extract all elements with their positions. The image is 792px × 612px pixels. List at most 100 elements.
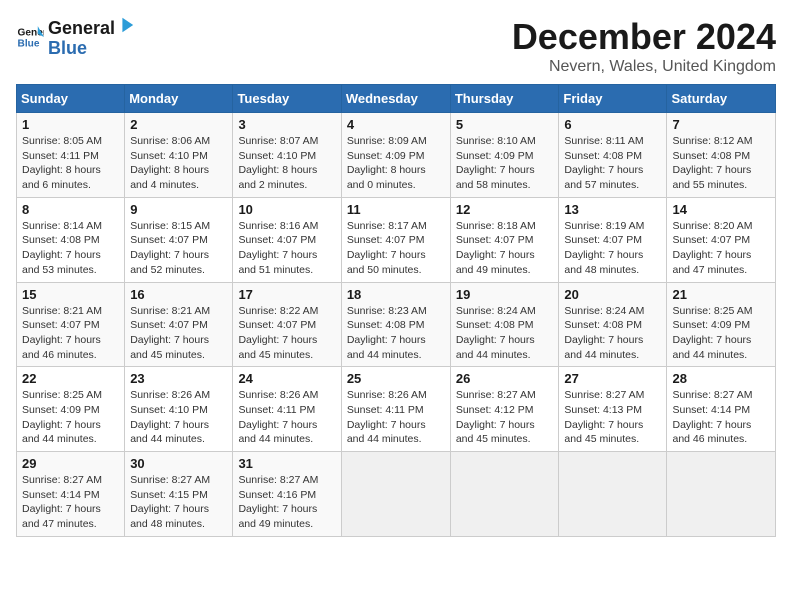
weekday-header-row: SundayMondayTuesdayWednesdayThursdayFrid… <box>17 85 776 113</box>
day-number: 26 <box>456 371 554 386</box>
calendar-cell: 8 Sunrise: 8:14 AMSunset: 4:08 PMDayligh… <box>17 197 125 282</box>
day-number: 22 <box>22 371 119 386</box>
day-number: 16 <box>130 287 227 302</box>
title-area: December 2024 Nevern, Wales, United King… <box>512 16 776 76</box>
day-number: 30 <box>130 456 227 471</box>
logo-icon: General Blue <box>16 23 44 51</box>
cell-content: Sunrise: 8:10 AMSunset: 4:09 PMDaylight:… <box>456 135 536 191</box>
cell-content: Sunrise: 8:09 AMSunset: 4:09 PMDaylight:… <box>347 135 427 191</box>
day-number: 4 <box>347 117 445 132</box>
cell-content: Sunrise: 8:06 AMSunset: 4:10 PMDaylight:… <box>130 135 210 191</box>
calendar-cell: 9 Sunrise: 8:15 AMSunset: 4:07 PMDayligh… <box>125 197 233 282</box>
calendar-cell: 2 Sunrise: 8:06 AMSunset: 4:10 PMDayligh… <box>125 113 233 198</box>
calendar-cell: 14 Sunrise: 8:20 AMSunset: 4:07 PMDaylig… <box>667 197 776 282</box>
calendar-cell <box>559 452 667 537</box>
day-number: 21 <box>672 287 770 302</box>
day-number: 24 <box>238 371 335 386</box>
calendar-cell: 17 Sunrise: 8:22 AMSunset: 4:07 PMDaylig… <box>233 282 341 367</box>
calendar-cell: 6 Sunrise: 8:11 AMSunset: 4:08 PMDayligh… <box>559 113 667 198</box>
cell-content: Sunrise: 8:27 AMSunset: 4:13 PMDaylight:… <box>564 389 644 445</box>
day-number: 25 <box>347 371 445 386</box>
cell-content: Sunrise: 8:23 AMSunset: 4:08 PMDaylight:… <box>347 305 427 361</box>
day-number: 27 <box>564 371 661 386</box>
logo-arrow-icon <box>117 16 135 34</box>
calendar-cell: 12 Sunrise: 8:18 AMSunset: 4:07 PMDaylig… <box>450 197 559 282</box>
calendar-week-2: 8 Sunrise: 8:14 AMSunset: 4:08 PMDayligh… <box>17 197 776 282</box>
calendar-cell <box>341 452 450 537</box>
weekday-header-saturday: Saturday <box>667 85 776 113</box>
cell-content: Sunrise: 8:21 AMSunset: 4:07 PMDaylight:… <box>22 305 102 361</box>
day-number: 23 <box>130 371 227 386</box>
cell-content: Sunrise: 8:26 AMSunset: 4:11 PMDaylight:… <box>347 389 427 445</box>
day-number: 13 <box>564 202 661 217</box>
calendar-cell: 10 Sunrise: 8:16 AMSunset: 4:07 PMDaylig… <box>233 197 341 282</box>
cell-content: Sunrise: 8:19 AMSunset: 4:07 PMDaylight:… <box>564 220 644 276</box>
calendar-table: SundayMondayTuesdayWednesdayThursdayFrid… <box>16 84 776 537</box>
cell-content: Sunrise: 8:11 AMSunset: 4:08 PMDaylight:… <box>564 135 643 191</box>
page-header: General Blue General Blue December 2024 … <box>16 16 776 76</box>
weekday-header-sunday: Sunday <box>17 85 125 113</box>
logo-general: General <box>48 19 115 39</box>
day-number: 7 <box>672 117 770 132</box>
calendar-cell: 1 Sunrise: 8:05 AMSunset: 4:11 PMDayligh… <box>17 113 125 198</box>
calendar-cell: 31 Sunrise: 8:27 AMSunset: 4:16 PMDaylig… <box>233 452 341 537</box>
cell-content: Sunrise: 8:24 AMSunset: 4:08 PMDaylight:… <box>564 305 644 361</box>
day-number: 20 <box>564 287 661 302</box>
cell-content: Sunrise: 8:16 AMSunset: 4:07 PMDaylight:… <box>238 220 318 276</box>
day-number: 17 <box>238 287 335 302</box>
cell-content: Sunrise: 8:22 AMSunset: 4:07 PMDaylight:… <box>238 305 318 361</box>
calendar-cell: 16 Sunrise: 8:21 AMSunset: 4:07 PMDaylig… <box>125 282 233 367</box>
cell-content: Sunrise: 8:27 AMSunset: 4:16 PMDaylight:… <box>238 474 318 530</box>
calendar-cell: 30 Sunrise: 8:27 AMSunset: 4:15 PMDaylig… <box>125 452 233 537</box>
calendar-cell: 3 Sunrise: 8:07 AMSunset: 4:10 PMDayligh… <box>233 113 341 198</box>
calendar-week-3: 15 Sunrise: 8:21 AMSunset: 4:07 PMDaylig… <box>17 282 776 367</box>
calendar-cell: 27 Sunrise: 8:27 AMSunset: 4:13 PMDaylig… <box>559 367 667 452</box>
cell-content: Sunrise: 8:26 AMSunset: 4:11 PMDaylight:… <box>238 389 318 445</box>
day-number: 29 <box>22 456 119 471</box>
calendar-cell: 19 Sunrise: 8:24 AMSunset: 4:08 PMDaylig… <box>450 282 559 367</box>
calendar-cell: 15 Sunrise: 8:21 AMSunset: 4:07 PMDaylig… <box>17 282 125 367</box>
cell-content: Sunrise: 8:15 AMSunset: 4:07 PMDaylight:… <box>130 220 210 276</box>
calendar-cell <box>667 452 776 537</box>
day-number: 9 <box>130 202 227 217</box>
day-number: 3 <box>238 117 335 132</box>
logo: General Blue General Blue <box>16 16 135 59</box>
cell-content: Sunrise: 8:14 AMSunset: 4:08 PMDaylight:… <box>22 220 102 276</box>
calendar-cell: 28 Sunrise: 8:27 AMSunset: 4:14 PMDaylig… <box>667 367 776 452</box>
day-number: 14 <box>672 202 770 217</box>
calendar-cell: 7 Sunrise: 8:12 AMSunset: 4:08 PMDayligh… <box>667 113 776 198</box>
cell-content: Sunrise: 8:27 AMSunset: 4:12 PMDaylight:… <box>456 389 536 445</box>
weekday-header-friday: Friday <box>559 85 667 113</box>
day-number: 2 <box>130 117 227 132</box>
calendar-cell: 4 Sunrise: 8:09 AMSunset: 4:09 PMDayligh… <box>341 113 450 198</box>
calendar-week-4: 22 Sunrise: 8:25 AMSunset: 4:09 PMDaylig… <box>17 367 776 452</box>
calendar-cell: 13 Sunrise: 8:19 AMSunset: 4:07 PMDaylig… <box>559 197 667 282</box>
calendar-cell: 5 Sunrise: 8:10 AMSunset: 4:09 PMDayligh… <box>450 113 559 198</box>
weekday-header-wednesday: Wednesday <box>341 85 450 113</box>
cell-content: Sunrise: 8:12 AMSunset: 4:08 PMDaylight:… <box>672 135 752 191</box>
day-number: 11 <box>347 202 445 217</box>
svg-text:Blue: Blue <box>18 39 40 50</box>
calendar-cell: 23 Sunrise: 8:26 AMSunset: 4:10 PMDaylig… <box>125 367 233 452</box>
cell-content: Sunrise: 8:25 AMSunset: 4:09 PMDaylight:… <box>22 389 102 445</box>
day-number: 8 <box>22 202 119 217</box>
day-number: 31 <box>238 456 335 471</box>
weekday-header-tuesday: Tuesday <box>233 85 341 113</box>
calendar-cell: 29 Sunrise: 8:27 AMSunset: 4:14 PMDaylig… <box>17 452 125 537</box>
day-number: 12 <box>456 202 554 217</box>
calendar-cell: 21 Sunrise: 8:25 AMSunset: 4:09 PMDaylig… <box>667 282 776 367</box>
cell-content: Sunrise: 8:24 AMSunset: 4:08 PMDaylight:… <box>456 305 536 361</box>
calendar-cell: 18 Sunrise: 8:23 AMSunset: 4:08 PMDaylig… <box>341 282 450 367</box>
cell-content: Sunrise: 8:27 AMSunset: 4:14 PMDaylight:… <box>672 389 752 445</box>
cell-content: Sunrise: 8:20 AMSunset: 4:07 PMDaylight:… <box>672 220 752 276</box>
month-title: December 2024 <box>512 16 776 58</box>
day-number: 5 <box>456 117 554 132</box>
day-number: 15 <box>22 287 119 302</box>
cell-content: Sunrise: 8:05 AMSunset: 4:11 PMDaylight:… <box>22 135 102 191</box>
cell-content: Sunrise: 8:18 AMSunset: 4:07 PMDaylight:… <box>456 220 536 276</box>
calendar-cell: 24 Sunrise: 8:26 AMSunset: 4:11 PMDaylig… <box>233 367 341 452</box>
weekday-header-thursday: Thursday <box>450 85 559 113</box>
cell-content: Sunrise: 8:21 AMSunset: 4:07 PMDaylight:… <box>130 305 210 361</box>
calendar-cell: 20 Sunrise: 8:24 AMSunset: 4:08 PMDaylig… <box>559 282 667 367</box>
calendar-week-1: 1 Sunrise: 8:05 AMSunset: 4:11 PMDayligh… <box>17 113 776 198</box>
